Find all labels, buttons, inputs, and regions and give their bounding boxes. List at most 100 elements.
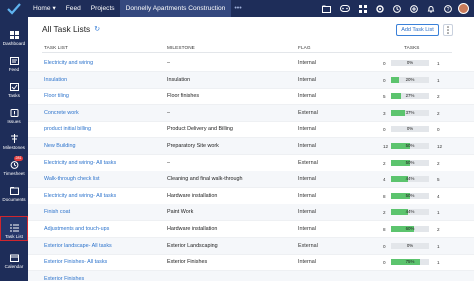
task-progress-percent: 0% [406,242,414,248]
task-progress-percent: 27% [405,93,415,99]
nav-current-project[interactable]: Donnelly Apartments Construction [119,0,232,17]
folder-icon[interactable] [322,5,331,13]
sidebar-item-tasks[interactable]: Tasks [0,77,28,99]
sidebar-item-feed[interactable]: Feed [0,51,28,73]
table-row[interactable]: Exterior Finishes [28,270,474,281]
task-progress-bar: 75% [391,259,429,266]
task-list-name-link[interactable]: product initial billing [44,126,91,132]
sidebar-item-milestones[interactable]: Milestones [0,129,28,151]
flag-cell: Internal [298,60,316,66]
more-options-button[interactable] [443,24,453,36]
clock-icon[interactable] [393,4,401,13]
add-icon[interactable] [410,4,418,13]
task-progress-bar: 20% [391,76,429,83]
table-row[interactable]: Electricity and wiring- All tasks – Extern… [28,155,474,172]
closed-task-count: 1 [437,210,440,216]
settings-icon[interactable] [376,4,384,13]
gamepad-icon[interactable] [340,5,350,12]
table-row[interactable]: Exterior Finishes- All tasks Exterior Fin… [28,254,474,272]
milestone-cell: Exterior Finishes [167,259,208,266]
table-row[interactable]: Floor tiling Floor finishes Internal 5 27% 2 [28,88,474,106]
column-header-milestone[interactable]: MILESTONE [167,45,195,50]
task-list-name-link[interactable]: Floor tiling [44,93,69,99]
closed-task-count: 2 [437,94,440,100]
task-list-name-link[interactable]: Insulation [44,77,67,83]
table-row[interactable]: Exterior landscape- All tasks Exterior La… [28,237,474,255]
sidebar-item-calendar[interactable]: Calendar [0,248,28,270]
sidebar-item-documents[interactable]: Documents [0,181,28,203]
column-header-tasks[interactable]: TASKS [404,45,420,50]
table-row[interactable]: Walk-through check list Cleaning and fina… [28,171,474,189]
sidebar-item-timesheet[interactable]: 281 Timesheet [0,155,28,177]
task-list-name-link[interactable]: Electricity and wiring- All tasks [44,193,116,199]
closed-task-count: 2 [437,110,440,116]
timesheet-badge: 281 [14,156,23,161]
main-nav: Home ▾ Feed Projects Donnelly Apartments… [28,0,245,17]
apps-icon[interactable] [359,4,367,13]
refresh-icon[interactable]: ↻ [94,25,100,33]
task-list-name-link[interactable]: Electricity and wiring [44,60,93,66]
task-progress-percent: 0% [406,60,414,65]
table-row[interactable]: Insulation Insulation Internal 0 20% 1 [28,71,474,89]
task-progress-percent: 37% [405,109,415,115]
task-progress-bar: 50% [391,143,429,149]
add-task-list-button[interactable]: Add Task List [396,24,439,36]
flag-cell: External [298,159,318,166]
open-task-count: 0 [383,77,386,83]
open-task-count: 5 [383,94,386,100]
task-progress-bar: 44% [391,176,429,183]
more-vertical-icon [447,26,449,34]
task-list-name-link[interactable]: Concrete work [44,110,79,116]
sidebar-item-dashboard[interactable]: Dashboard [0,25,28,47]
help-icon[interactable]: ? [444,4,452,13]
task-list-name-link[interactable]: Exterior Finishes- All tasks [44,259,107,265]
sidebar-item-issues[interactable]: Issues [0,103,28,125]
table-row[interactable]: Electricity and wiring- All tasks Hardwar… [28,188,474,205]
task-list-name-link[interactable]: Electricity and wiring- All tasks [44,160,116,166]
task-list-name-link[interactable]: Walk-through check list [44,176,100,182]
flag-cell: Internal [298,126,316,133]
column-header-task-list[interactable]: TASK LIST [44,45,68,50]
task-list-name-link[interactable]: Exterior landscape- All tasks [44,243,112,249]
task-progress-percent: 50% [405,143,415,148]
page-title-text: All Task Lists [42,24,91,34]
open-task-count: 8 [383,227,386,232]
flag-cell: Internal [298,176,316,183]
column-header-flag[interactable]: FLAG [298,45,311,50]
table-row[interactable]: Electricity and wiring – Internal 0 0% 1 [28,55,474,72]
app-logo-icon[interactable] [0,0,28,17]
sidebar-item-label: Documents [2,197,26,202]
flag-cell: Internal [298,209,316,216]
milestone-cell: – [167,159,170,166]
nav-feed[interactable]: Feed [61,0,86,17]
task-list-icon [9,223,19,232]
closed-task-count: 5 [437,177,440,183]
closed-task-count: 12 [437,144,443,149]
task-list-name-link[interactable]: Adjustments and touch-ups [44,226,109,232]
table-row[interactable]: New Building Preparatory Site work Interna… [28,138,474,155]
sidebar-item-task-list[interactable]: Task List [0,216,28,241]
svg-text:?: ? [447,7,450,13]
task-progress-percent: 50% [405,159,415,165]
open-task-count: 0 [383,127,386,133]
task-list-name-link[interactable]: New Building [44,143,75,149]
feed-icon [9,56,19,65]
bell-icon[interactable] [427,5,435,13]
closed-task-count: 2 [437,160,440,166]
documents-icon [9,186,19,195]
user-avatar[interactable] [458,3,469,14]
table-row[interactable]: product initial billing Product Delivery … [28,121,474,139]
flag-cell: External [298,242,318,249]
milestone-cell: Product Delivery and Billing [167,126,233,133]
nav-home[interactable]: Home ▾ [28,0,61,17]
table-row[interactable]: Concrete work – External 3 37% 2 [28,104,474,122]
page-title: All Task Lists ↻ [42,24,100,34]
top-icons: ? [322,0,452,17]
task-list-name-link[interactable]: Exterior Finishes [44,276,84,281]
nav-more-button[interactable]: ••• [231,5,244,12]
table-row[interactable]: Adjustments and touch-ups Hardware instal… [28,221,474,238]
nav-projects[interactable]: Projects [86,0,120,17]
task-list-name-link[interactable]: Finish coat [44,209,70,215]
open-task-count: 2 [383,160,386,166]
table-row[interactable]: Finish coat Paint Work Internal 2 44% 1 [28,204,474,222]
